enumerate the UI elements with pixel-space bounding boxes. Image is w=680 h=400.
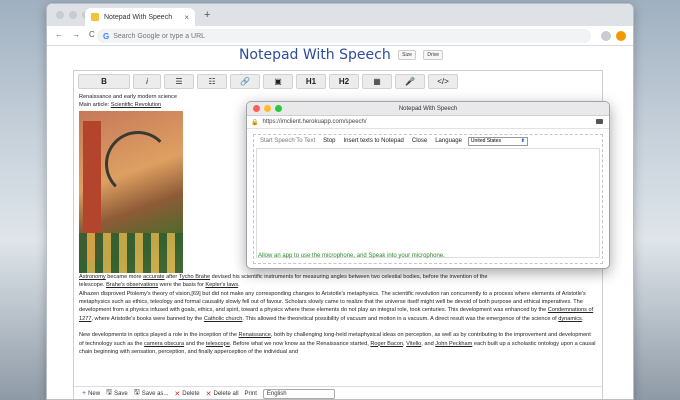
renaissance-link[interactable]: Renaissance (239, 332, 271, 338)
speech-controls: Start Speech To Text Stop Insert texts t… (255, 135, 528, 147)
size-button[interactable]: Size (398, 49, 416, 60)
extension-icon[interactable] (616, 31, 626, 41)
code-button[interactable]: </> (428, 74, 458, 89)
astronomy-link[interactable]: Astronomy (79, 274, 106, 280)
paragraph-astronomy: Astronomy became more accurate after Tyc… (79, 273, 488, 289)
camera-obscura-link[interactable]: camera obscura (144, 341, 184, 347)
plus-icon: + (82, 390, 87, 397)
app-header: Notepad With Speech Size Drive (47, 46, 633, 68)
popup-title: Notepad With Speech (398, 106, 458, 112)
new-button[interactable]: + New (82, 390, 100, 397)
paragraph-optics: New developments in optics played a role… (79, 332, 596, 356)
scientific-revolution-link[interactable]: Scientific Revolution (111, 102, 161, 108)
profile-avatar[interactable] (601, 31, 611, 41)
reload-button[interactable]: C (89, 30, 95, 39)
status-message: Allow an app to use the microphone, and … (258, 253, 445, 259)
tycho-brahe-link[interactable]: Tycho Brahe (179, 274, 210, 280)
table-button[interactable]: ▦ (362, 74, 392, 89)
italic-button[interactable]: i (133, 74, 161, 89)
delete-all-button[interactable]: ✕ Delete all (206, 390, 239, 398)
nav-buttons: ← → C (55, 30, 95, 39)
brahe-observations-link[interactable]: Brahe's observations (106, 282, 158, 288)
insert-texts-button[interactable]: Insert texts to Notepad (342, 137, 406, 145)
omnibox[interactable]: G Search Google or type a URL (97, 29, 591, 43)
microphone-button[interactable]: 🎤 (395, 74, 425, 89)
lock-icon: 🔒 (251, 119, 259, 126)
astronomical-instrument-image (79, 110, 183, 273)
minimize-window-button[interactable] (69, 11, 77, 19)
omnibox-placeholder: Search Google or type a URL (113, 32, 206, 40)
tab-title: Notepad With Speech (104, 13, 173, 21)
floppy-icon: 🖫 (106, 389, 113, 396)
popup-url[interactable]: https://imclient.herokuapp.com/speech/ (262, 119, 366, 125)
link-button[interactable]: 🔗 (230, 74, 260, 89)
bullet-list-button[interactable]: ☰ (164, 74, 194, 89)
language-dropdown[interactable]: United States ⬍ (467, 136, 528, 146)
bold-button[interactable]: B (78, 74, 130, 89)
accurate-link[interactable]: accurate (143, 274, 164, 280)
close-window-button[interactable] (56, 11, 64, 19)
new-tab-button[interactable]: + (204, 9, 210, 21)
popup-window-controls (253, 105, 282, 112)
vitello-link[interactable]: Vitello (406, 341, 421, 347)
popup-minimize-button[interactable] (264, 105, 271, 112)
camera-icon (596, 119, 603, 124)
language-label: Language (435, 138, 462, 144)
drive-button[interactable]: Drive (423, 49, 444, 60)
popup-address-bar: 🔒 https://imclient.herokuapp.com/speech/ (247, 116, 609, 129)
back-button[interactable]: ← (55, 30, 63, 39)
tab-bar: Notepad With Speech × + (47, 4, 633, 26)
paragraph-alhazen: Alhazen disproved Ptolemy's theory of vi… (79, 290, 594, 322)
popup-titlebar: Notepad With Speech (247, 102, 609, 116)
floppy-icon: 🖫 (133, 389, 140, 396)
roger-bacon-link[interactable]: Roger Bacon (370, 341, 403, 347)
delete-button[interactable]: ✕ Delete (174, 390, 199, 398)
speech-popup-window: Notepad With Speech 🔒 https://imclient.h… (246, 101, 610, 269)
notepad-favicon-icon (91, 13, 99, 21)
image-button[interactable]: ▣ (263, 74, 293, 89)
popup-close-button[interactable] (253, 105, 260, 112)
language-select[interactable]: English (262, 388, 335, 399)
stop-button[interactable]: Stop (321, 137, 337, 145)
popup-maximize-button[interactable] (275, 105, 282, 112)
h2-button[interactable]: H2 (329, 74, 359, 89)
speech-panel: Start Speech To Text Stop Insert texts t… (253, 134, 603, 264)
x-icon: ✕ (174, 390, 181, 398)
browser-tab[interactable]: Notepad With Speech × (85, 8, 195, 26)
start-speech-button[interactable]: Start Speech To Text (258, 137, 317, 145)
speech-textarea[interactable] (256, 148, 600, 258)
close-tab-icon[interactable]: × (184, 13, 189, 22)
print-button[interactable]: Print (245, 391, 257, 397)
telescope-link[interactable]: telescope (206, 341, 230, 347)
dynamics-link[interactable]: dynamics (558, 316, 582, 322)
h1-button[interactable]: H1 (296, 74, 326, 89)
bottom-toolbar: + New 🖫 Save 🖫 Save as... ✕ Delete ✕ Delete a… (74, 386, 602, 399)
address-bar: ← → C G Search Google or type a URL (47, 26, 633, 46)
close-button[interactable]: Close (410, 137, 429, 145)
numbered-list-button[interactable]: ☷ (197, 74, 227, 89)
google-icon: G (103, 31, 110, 41)
chevron-down-icon: ⬍ (520, 138, 525, 144)
keplers-laws-link[interactable]: Kepler's laws (205, 282, 238, 288)
save-as-button[interactable]: 🖫 Save as... (134, 388, 169, 399)
save-button[interactable]: 🖫 Save (106, 388, 128, 399)
john-peckham-link[interactable]: John Peckham (435, 341, 472, 347)
forward-button[interactable]: → (72, 30, 80, 39)
x-icon: ✕ (205, 390, 212, 398)
catholic-church-link[interactable]: Catholic church (204, 316, 243, 322)
page-title: Notepad With Speech (238, 46, 391, 63)
editor-toolbar: B i ☰ ☷ 🔗 ▣ H1 H2 ▦ 🎤 </> (74, 71, 602, 91)
